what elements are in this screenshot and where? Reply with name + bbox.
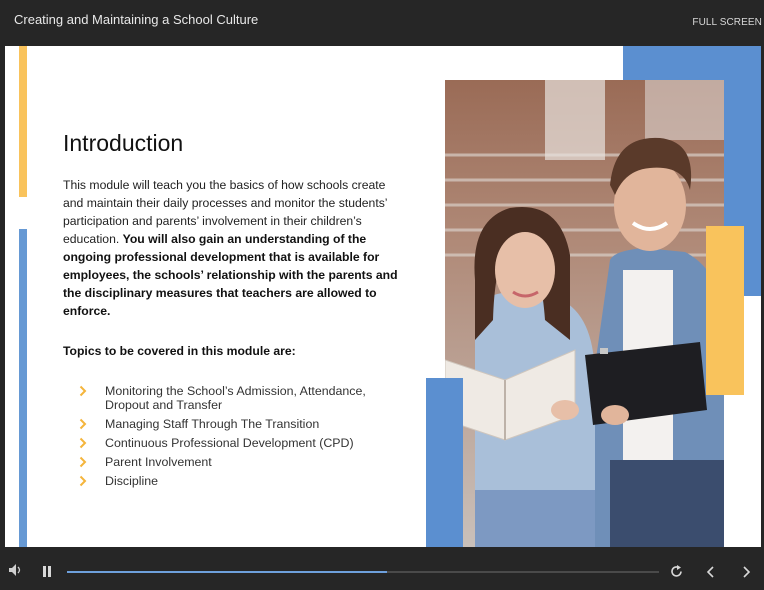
course-title: Creating and Maintaining a School Cultur… bbox=[14, 12, 259, 27]
fullscreen-button[interactable]: FULL SCREEN bbox=[692, 17, 762, 28]
progress-bar[interactable] bbox=[67, 571, 659, 573]
progress-fill bbox=[67, 571, 387, 573]
intro-paragraph: This module will teach you the basics of… bbox=[63, 176, 408, 320]
topic-item: Managing Staff Through The Transition bbox=[79, 417, 379, 431]
replay-icon[interactable] bbox=[670, 565, 683, 578]
topic-label: Discipline bbox=[105, 474, 159, 488]
students-photo bbox=[445, 80, 724, 547]
topics-list: Monitoring the School’s Admission, Atten… bbox=[79, 384, 379, 493]
chevron-right-icon bbox=[79, 418, 87, 430]
topic-item: Parent Involvement bbox=[79, 455, 379, 469]
topic-label: Monitoring the School’s Admission, Atten… bbox=[105, 384, 366, 412]
chevron-right-icon bbox=[79, 437, 87, 449]
chevron-right-icon bbox=[79, 456, 87, 468]
topic-label: Continuous Professional Development (CPD… bbox=[105, 436, 354, 450]
slide-heading: Introduction bbox=[63, 130, 184, 156]
volume-icon[interactable] bbox=[9, 564, 23, 576]
decor-block-blue-bottom bbox=[426, 378, 463, 547]
next-icon[interactable] bbox=[742, 566, 751, 578]
player-controls bbox=[0, 547, 764, 590]
topics-title: Topics to be covered in this module are: bbox=[63, 344, 296, 358]
chevron-right-icon bbox=[79, 475, 87, 487]
decor-block-yellow bbox=[706, 226, 744, 395]
topic-label: Parent Involvement bbox=[105, 455, 212, 469]
top-bar: Creating and Maintaining a School Cultur… bbox=[0, 0, 764, 44]
decor-bar-yellow bbox=[19, 46, 27, 197]
previous-icon[interactable] bbox=[706, 566, 715, 578]
students-photo-illustration bbox=[445, 80, 724, 547]
decor-bar-blue bbox=[19, 229, 27, 547]
topic-item: Monitoring the School’s Admission, Atten… bbox=[79, 384, 379, 412]
slide-canvas: Introduction This module will teach you … bbox=[5, 46, 761, 547]
chevron-right-icon bbox=[79, 385, 87, 397]
topic-label: Managing Staff Through The Transition bbox=[105, 417, 320, 431]
topic-item: Continuous Professional Development (CPD… bbox=[79, 436, 379, 450]
topic-item: Discipline bbox=[79, 474, 379, 488]
pause-icon[interactable] bbox=[42, 566, 52, 577]
